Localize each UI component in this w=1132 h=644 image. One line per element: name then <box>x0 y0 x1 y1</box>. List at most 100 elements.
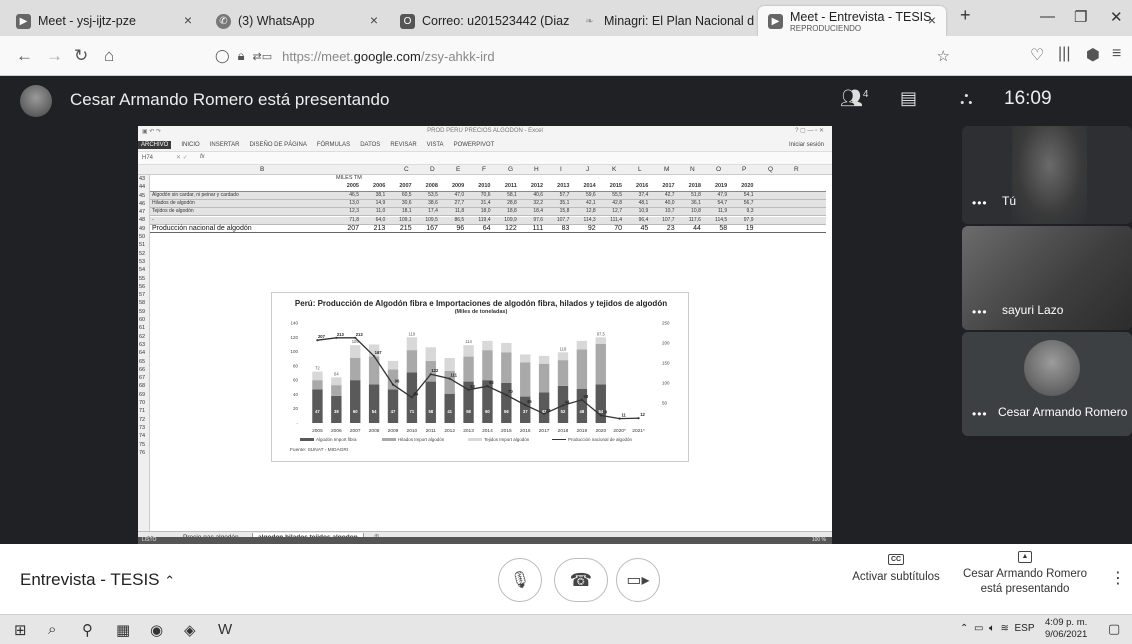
table-cell[interactable]: 28,8 <box>492 200 517 206</box>
new-tab-button[interactable]: + <box>960 5 971 26</box>
table-cell[interactable]: 32,2 <box>518 200 543 206</box>
row-number[interactable]: 64 <box>138 349 149 357</box>
table-cell[interactable]: 10,8 <box>676 208 701 214</box>
chat-icon[interactable]: ▤ <box>900 88 917 109</box>
table-cell[interactable]: 60,5 <box>387 192 412 198</box>
back-icon[interactable]: ← <box>16 46 33 66</box>
search-icon[interactable]: ⌕ <box>48 621 56 638</box>
row-number[interactable]: 54 <box>138 266 149 274</box>
windows-start-icon[interactable]: ⊞ <box>14 621 27 639</box>
table-cell[interactable]: 47,0 <box>439 192 464 198</box>
row-number[interactable]: 57 <box>138 291 149 299</box>
url-bar[interactable]: ◯ 🔒︎ ⇄▭ https://meet. google.com/zsy-ahkk… <box>215 42 950 70</box>
table-cell[interactable]: 23 <box>650 225 675 232</box>
table-cell[interactable]: 42,8 <box>597 200 622 206</box>
table-cell[interactable]: 96 <box>439 225 464 232</box>
table-cell[interactable]: 2005 <box>334 183 359 189</box>
row-number[interactable]: 51 <box>138 241 149 249</box>
table-cell[interactable]: 119,4 <box>466 217 490 223</box>
table-cell[interactable]: 2016 <box>623 183 648 189</box>
row-number[interactable]: 48 <box>138 216 149 224</box>
table-cell[interactable]: 86,5 <box>439 217 464 223</box>
column-header[interactable]: G <box>508 166 513 173</box>
row-number[interactable]: 44 <box>138 183 149 191</box>
participant-tile[interactable]: ••• Cesar Armando Romero <box>962 332 1132 436</box>
column-header[interactable]: J <box>586 166 589 173</box>
activities-icon[interactable]: ⛬ <box>960 88 973 109</box>
row-number[interactable]: 73 <box>138 424 149 432</box>
table-cell[interactable]: 55,5 <box>597 192 622 198</box>
column-header[interactable]: N <box>690 166 695 173</box>
column-header[interactable]: P <box>742 166 746 173</box>
chevron-up-icon[interactable]: ⌃ <box>164 573 175 588</box>
table-cell[interactable]: 10,9 <box>623 208 649 214</box>
table-cell[interactable]: 215 <box>387 225 412 232</box>
leave-call-button[interactable]: ☎︎ <box>554 558 608 602</box>
browser-tab-active[interactable]: ▶ Meet - Entrevista - TESIS REPRODUCIEND… <box>758 6 946 36</box>
table-cell[interactable]: 10,7 <box>650 208 675 214</box>
table-cell[interactable]: 2017 <box>650 183 674 189</box>
language-indicator[interactable]: ESP <box>1014 623 1034 634</box>
table-cell[interactable]: 92 <box>571 225 596 232</box>
table-cell[interactable]: 53,5 <box>413 192 438 198</box>
row-number[interactable]: 66 <box>138 366 149 374</box>
table-cell[interactable]: 64 <box>466 225 491 232</box>
table-cell[interactable]: 30,6 <box>387 200 412 206</box>
column-header[interactable]: E <box>456 166 460 173</box>
table-cell[interactable]: 42,1 <box>571 200 596 206</box>
extension-icon[interactable]: ⬢ <box>1086 45 1100 65</box>
table-cell[interactable]: 2009 <box>439 183 464 189</box>
table-cell[interactable]: 2019 <box>702 183 727 189</box>
column-header[interactable]: Q <box>768 166 773 173</box>
minimize-icon[interactable]: — <box>1040 8 1055 25</box>
table-cell[interactable]: 57,7 <box>544 192 570 198</box>
table-cell[interactable]: 46,5 <box>334 192 359 198</box>
permissions-icon[interactable]: ⇄▭ <box>252 50 272 63</box>
pdf-reader-icon[interactable]: ◈ <box>184 621 196 639</box>
column-header[interactable]: L <box>638 166 642 173</box>
word-icon[interactable]: W <box>218 621 232 638</box>
column-header[interactable]: B <box>260 166 264 173</box>
table-cell[interactable]: 17,4 <box>413 208 438 214</box>
wifi-icon[interactable]: ≋ <box>1001 623 1009 634</box>
table-cell[interactable]: 2020 <box>729 183 753 189</box>
column-header[interactable]: F <box>482 166 486 173</box>
table-cell[interactable]: 213 <box>360 225 386 232</box>
table-cell[interactable]: 2013 <box>544 183 569 189</box>
table-cell[interactable]: 111 <box>518 225 543 232</box>
row-number[interactable]: 72 <box>138 416 149 424</box>
table-cell[interactable]: 42,7 <box>650 192 675 198</box>
table-cell[interactable]: 117,6 <box>676 217 701 223</box>
more-options-icon[interactable]: ⋮ <box>1110 568 1126 588</box>
column-header[interactable]: D <box>430 166 435 173</box>
table-cell[interactable]: 54,1 <box>729 192 754 198</box>
close-tab-icon[interactable]: × <box>928 12 936 28</box>
table-cell[interactable]: 97,9 <box>729 217 754 223</box>
table-cell[interactable]: 109,5 <box>413 217 438 223</box>
task-view-icon[interactable]: ⚲ <box>82 621 93 639</box>
row-number[interactable]: 65 <box>138 358 149 366</box>
row-number[interactable]: 69 <box>138 391 149 399</box>
table-cell[interactable]: 58,1 <box>492 192 517 198</box>
volume-icon[interactable]: 🔈︎ <box>989 623 995 634</box>
close-tab-icon[interactable]: × <box>370 12 378 28</box>
table-cell[interactable]: 109,9 <box>492 217 517 223</box>
battery-icon[interactable]: ▭ <box>974 623 983 634</box>
table-cell[interactable]: 109,1 <box>387 217 412 223</box>
participant-tile[interactable]: ••• sayuri Lazo <box>962 226 1132 330</box>
table-cell[interactable]: 70,6 <box>466 192 491 198</box>
participants-icon[interactable]: 👥︎4 <box>840 88 868 109</box>
table-cell[interactable]: 2015 <box>597 183 622 189</box>
captions-button[interactable]: CC Activar subtítulos <box>848 552 944 583</box>
row-number[interactable]: 75 <box>138 441 149 449</box>
browser-tab[interactable]: ✆ (3) WhatsApp × <box>206 6 388 36</box>
table-cell[interactable]: 64,0 <box>360 217 386 223</box>
column-header[interactable]: H <box>534 166 539 173</box>
table-cell[interactable]: 70 <box>597 225 622 232</box>
row-number[interactable]: 70 <box>138 399 149 407</box>
table-cell[interactable]: 14,9 <box>360 200 386 206</box>
table-cell[interactable]: 51,8 <box>676 192 701 198</box>
lock-icon[interactable]: 🔒︎ <box>238 48 245 64</box>
bookmark-star-icon[interactable]: ☆ <box>937 47 950 65</box>
row-number[interactable]: 60 <box>138 316 149 324</box>
